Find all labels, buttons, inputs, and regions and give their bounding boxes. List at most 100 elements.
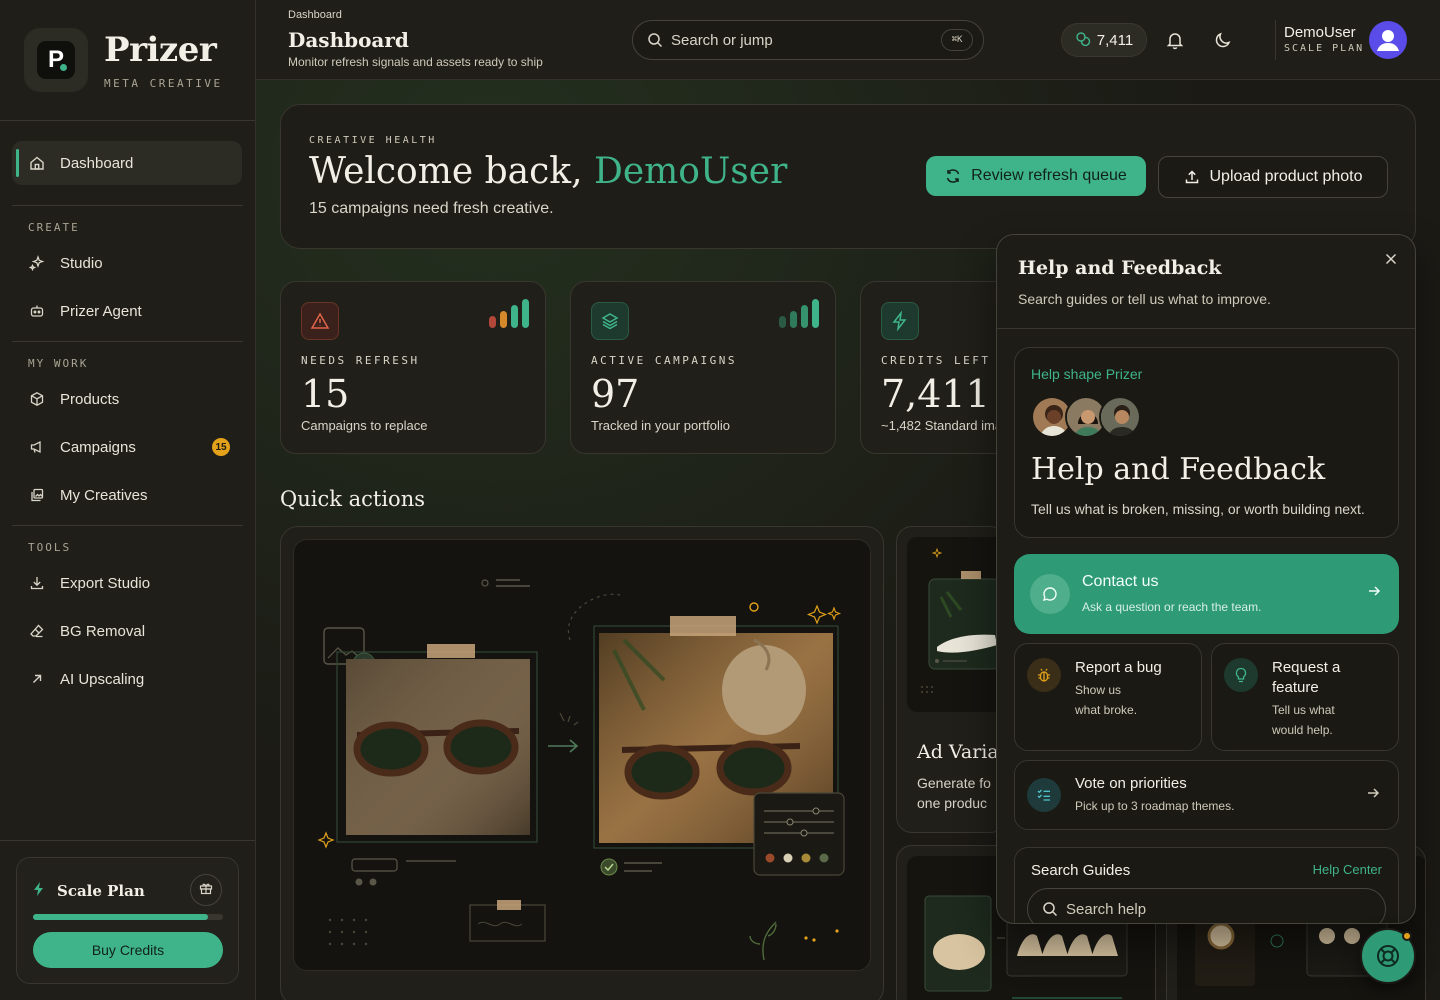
vote-on-priorities-button[interactable]: Vote on priorities Pick up to 3 roadmap … <box>1014 760 1399 830</box>
quick-actions-title: Quick actions <box>280 487 426 511</box>
welcome-subtitle: 15 campaigns need fresh creative. <box>309 200 554 217</box>
ad-variants-subtitle-line: one produc <box>917 795 988 811</box>
help-center-link[interactable]: Help Center <box>1313 862 1382 877</box>
request-feature-title-line: feature <box>1272 679 1319 696</box>
sidebar-item-label: Export Studio <box>60 574 151 592</box>
page-title: Dashboard <box>288 28 409 52</box>
sidebar: P Prizer META CREATIVE Dashboard CREATE … <box>0 0 256 1000</box>
lifebuoy-icon <box>1375 943 1401 969</box>
brand[interactable]: P Prizer META CREATIVE <box>24 28 223 92</box>
stat-label: ACTIVE CAMPAIGNS <box>591 354 737 367</box>
sparkline-bars <box>485 298 529 328</box>
refresh-icon <box>945 168 961 184</box>
help-search-input[interactable]: Search help <box>1027 888 1386 923</box>
stat-card-active-campaigns[interactable]: ACTIVE CAMPAIGNS 97 Tracked in your port… <box>570 281 836 454</box>
gift-button[interactable] <box>190 874 222 906</box>
request-feature-button[interactable]: Request a feature Tell us what would hel… <box>1211 643 1399 751</box>
search-input[interactable]: Search or jump ⌘K <box>632 20 984 60</box>
quick-action-card-studio[interactable] <box>280 526 884 1000</box>
sidebar-item-my-creatives[interactable]: My Creatives <box>12 473 242 517</box>
help-shape-kicker: Help shape Prizer <box>1031 366 1143 382</box>
credits-pill[interactable]: 7,411 <box>1061 23 1147 57</box>
download-icon <box>28 574 46 592</box>
bell-icon <box>1165 30 1185 50</box>
upload-product-photo-label: Upload product photo <box>1209 168 1363 185</box>
gift-icon <box>199 881 213 900</box>
request-feature-title: Request a feature <box>1272 658 1340 698</box>
quick-action-card-ad-variants[interactable]: Ad Variar Generate fo one produc <box>896 526 1006 833</box>
contact-us-subtitle: Ask a question or reach the team. <box>1082 600 1262 614</box>
images-icon <box>28 486 46 504</box>
search-icon <box>647 32 663 48</box>
sidebar-item-dashboard[interactable]: Dashboard <box>12 141 242 185</box>
welcome-title: Welcome back, DemoUser <box>309 151 787 192</box>
close-icon <box>1385 253 1397 265</box>
welcome-card: CREATIVE HEALTH Welcome back, DemoUser 1… <box>280 104 1416 249</box>
chat-icon <box>1030 574 1070 614</box>
help-feedback-panel: Help and Feedback Search guides or tell … <box>996 234 1416 924</box>
help-fab-button[interactable] <box>1360 928 1416 984</box>
team-avatars <box>1031 396 1141 438</box>
stat-label: CREDITS LEFT <box>881 354 991 367</box>
sidebar-item-products[interactable]: Products <box>12 377 242 421</box>
sparkline-bars <box>775 298 819 328</box>
sparkles-icon <box>28 254 46 272</box>
ad-variants-subtitle: Generate fo one produc <box>917 773 991 813</box>
sidebar-item-label: AI Upscaling <box>60 670 145 688</box>
warning-icon <box>301 302 339 340</box>
report-bug-title: Report a bug <box>1075 659 1162 676</box>
breadcrumb[interactable]: Dashboard <box>288 9 342 21</box>
stat-value: 15 <box>301 372 350 416</box>
avatar[interactable] <box>1369 21 1407 59</box>
report-bug-subtitle: Show us <box>1075 683 1122 697</box>
stat-label: NEEDS REFRESH <box>301 354 420 367</box>
stat-sub: Tracked in your portfolio <box>591 418 730 433</box>
ad-variants-subtitle-line: Generate fo <box>917 775 991 791</box>
buy-credits-button[interactable]: Buy Credits <box>33 932 223 968</box>
welcome-label: CREATIVE HEALTH <box>309 135 437 146</box>
notification-dot <box>1402 931 1412 941</box>
sidebar-item-label: Campaigns <box>60 438 136 456</box>
sidebar-item-prizer-agent[interactable]: Prizer Agent <box>12 289 242 333</box>
user-icon <box>1369 21 1407 59</box>
credits-count: 7,411 <box>1096 31 1134 49</box>
help-search-placeholder: Search help <box>1066 900 1147 918</box>
sidebar-item-label: Studio <box>60 254 103 272</box>
user-name: DemoUser <box>1284 24 1356 41</box>
sidebar-item-bg-removal[interactable]: BG Removal <box>12 609 242 653</box>
brand-logo: P <box>24 28 88 92</box>
sidebar-item-label: Dashboard <box>60 154 134 172</box>
eraser-icon <box>28 622 46 640</box>
section-label-create: CREATE <box>28 221 80 234</box>
vote-subtitle: Pick up to 3 roadmap themes. <box>1075 799 1235 813</box>
review-refresh-queue-button[interactable]: Review refresh queue <box>926 156 1146 196</box>
search-shortcut: ⌘K <box>941 29 973 51</box>
search-icon <box>1042 901 1058 917</box>
notifications-button[interactable] <box>1163 28 1187 52</box>
sidebar-item-campaigns[interactable]: Campaigns 15 <box>12 425 242 469</box>
ad-variants-title: Ad Variar <box>917 741 1006 763</box>
sidebar-item-ai-upscaling[interactable]: AI Upscaling <box>12 657 242 701</box>
arrow-up-right-icon <box>28 670 46 688</box>
upload-product-photo-button[interactable]: Upload product photo <box>1158 156 1388 198</box>
help-shape-subtitle: Tell us what is broken, missing, or wort… <box>1031 501 1365 517</box>
user-menu[interactable]: DemoUser SCALE PLAN <box>1284 24 1364 54</box>
close-button[interactable] <box>1381 249 1401 269</box>
theme-toggle-button[interactable] <box>1211 28 1235 52</box>
help-panel-subtitle: Search guides or tell us what to improve… <box>1018 291 1271 307</box>
welcome-title-prefix: Welcome back, <box>309 151 594 192</box>
sidebar-item-export-studio[interactable]: Export Studio <box>12 561 242 605</box>
contact-us-button[interactable]: Contact us Ask a question or reach the t… <box>1014 554 1399 634</box>
stat-card-needs-refresh[interactable]: NEEDS REFRESH 15 Campaigns to replace <box>280 281 546 454</box>
stat-value: 7,411 <box>881 372 990 416</box>
box-icon <box>28 390 46 408</box>
help-shape-card: Help shape Prizer Help and Feedback Tell… <box>1014 347 1399 538</box>
search-guides-section: Search Guides Help Center Search help <box>1014 847 1399 923</box>
brand-name: Prizer <box>104 29 217 70</box>
sidebar-item-studio[interactable]: Studio <box>12 241 242 285</box>
request-feature-subtitle: Tell us what <box>1272 703 1335 717</box>
avatar <box>1099 396 1141 438</box>
report-bug-button[interactable]: Report a bug Show us what broke. <box>1014 643 1202 751</box>
bug-icon <box>1027 658 1061 692</box>
help-shape-title: Help and Feedback <box>1031 452 1326 487</box>
